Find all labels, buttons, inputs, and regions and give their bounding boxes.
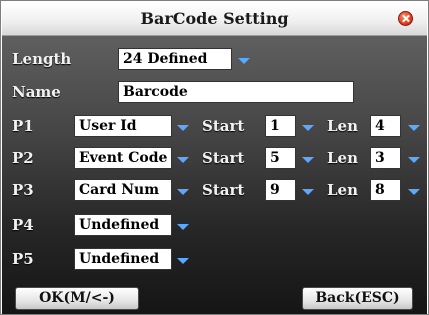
p1-len-select[interactable]: 4: [370, 115, 401, 137]
ok-button[interactable]: OK(M/<-): [15, 287, 139, 310]
p3-len-label: Len: [327, 181, 358, 199]
name-label: Name: [12, 83, 61, 101]
p4-field-dropdown-arrow-icon[interactable]: [177, 223, 189, 231]
length-label: Length: [12, 50, 72, 68]
p3-field-select[interactable]: Card Num: [74, 179, 172, 201]
p3-start-dropdown-arrow-icon[interactable]: [302, 188, 314, 196]
p1-start-label: Start: [202, 117, 245, 135]
p5-field-select[interactable]: Undefined: [74, 248, 172, 270]
name-input[interactable]: Barcode: [118, 81, 354, 103]
p5-field-dropdown-arrow-icon[interactable]: [177, 257, 189, 265]
p1-field-dropdown-arrow-icon[interactable]: [177, 124, 189, 132]
p1-start-select[interactable]: 1: [265, 115, 296, 137]
p1-start-dropdown-arrow-icon[interactable]: [302, 124, 314, 132]
title-bar: BarCode Setting: [2, 2, 427, 36]
p3-len-select[interactable]: 8: [370, 179, 401, 201]
p2-start-label: Start: [202, 149, 245, 167]
p2-start-select[interactable]: 5: [265, 147, 296, 169]
back-button[interactable]: Back(ESC): [302, 287, 413, 310]
length-select[interactable]: 24 Defined: [118, 48, 232, 70]
p2-field-dropdown-arrow-icon[interactable]: [177, 156, 189, 164]
p3-start-label: Start: [202, 181, 245, 199]
settings-panel: Length 24 Defined Name Barcode P1 User I…: [2, 36, 427, 314]
p2-start-dropdown-arrow-icon[interactable]: [302, 156, 314, 164]
close-icon[interactable]: [398, 11, 413, 26]
p4-label: P4: [12, 216, 34, 234]
length-dropdown-arrow-icon[interactable]: [238, 57, 250, 65]
p3-label: P3: [12, 181, 34, 199]
p3-start-select[interactable]: 9: [265, 179, 296, 201]
barcode-setting-dialog: BarCode Setting Length 24 Defined Name B…: [0, 0, 429, 315]
p1-label: P1: [12, 117, 34, 135]
p3-field-dropdown-arrow-icon[interactable]: [177, 188, 189, 196]
p2-label: P2: [12, 149, 34, 167]
p4-field-select[interactable]: Undefined: [74, 214, 172, 236]
dialog-title: BarCode Setting: [140, 9, 289, 28]
p1-field-select[interactable]: User Id: [74, 115, 172, 137]
p2-field-select[interactable]: Event Code: [74, 147, 172, 169]
p1-len-dropdown-arrow-icon[interactable]: [408, 124, 420, 132]
p2-len-select[interactable]: 3: [370, 147, 401, 169]
p2-len-dropdown-arrow-icon[interactable]: [408, 156, 420, 164]
p1-len-label: Len: [327, 117, 358, 135]
p5-label: P5: [12, 250, 34, 268]
p2-len-label: Len: [327, 149, 358, 167]
p3-len-dropdown-arrow-icon[interactable]: [408, 188, 420, 196]
